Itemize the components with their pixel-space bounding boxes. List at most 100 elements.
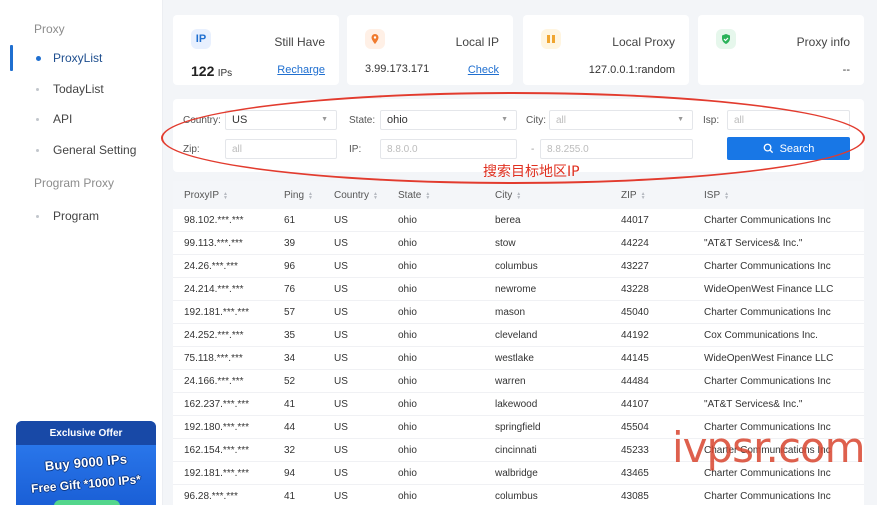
sidebar-item-todaylist[interactable]: TodayList xyxy=(0,74,163,104)
search-button[interactable]: Search xyxy=(727,137,850,160)
sort-icon: ▲ ▼ xyxy=(640,190,646,201)
sidebar-item-general-setting[interactable]: General Setting xyxy=(0,135,163,165)
sort-icon: ▲ ▼ xyxy=(425,190,431,201)
table-cell: 39 xyxy=(284,238,296,249)
table-cell: 44224 xyxy=(621,238,649,249)
table-cell: US xyxy=(334,261,348,272)
col-header-country[interactable]: Country ▲ ▼ xyxy=(334,190,378,201)
chevron-down-icon: ▼ xyxy=(501,116,508,123)
table-cell: Charter Communications Inc xyxy=(704,491,831,502)
country-select[interactable]: US ▼ xyxy=(225,110,337,130)
col-header-ping[interactable]: Ping ▲ ▼ xyxy=(284,190,313,201)
table-cell: 57 xyxy=(284,307,296,318)
table-cell: ohio xyxy=(398,353,417,364)
table-cell: 96.28.***.*** xyxy=(184,491,238,502)
ip-range-separator: - xyxy=(531,144,535,155)
table-cell: berea xyxy=(495,215,521,226)
col-header-zip[interactable]: ZIP ▲ ▼ xyxy=(621,190,646,201)
table-row[interactable]: 24.252.***.*** 35 US ohio cleveland 44192 Cox … xyxy=(173,324,864,347)
check-link[interactable]: Check xyxy=(468,64,499,76)
local-proxy-value: 127.0.0.1:random xyxy=(588,64,675,76)
table-cell: lakewood xyxy=(495,399,538,410)
sidebar-item-proxylist[interactable]: ProxyList xyxy=(0,43,163,73)
table-cell: 45040 xyxy=(621,307,649,318)
table-row[interactable]: 24.214.***.*** 76 US ohio newrome 43228 WideOp… xyxy=(173,278,864,301)
table-cell: 44 xyxy=(284,422,296,433)
table-row[interactable]: 99.113.***.*** 39 US ohio stow 44224 "AT&T Ser… xyxy=(173,232,864,255)
table-cell: WideOpenWest Finance LLC xyxy=(704,284,834,295)
ip-to-input[interactable]: 8.8.255.0 xyxy=(540,139,693,159)
isp-label: Isp: xyxy=(703,115,720,126)
recharge-link[interactable]: Recharge xyxy=(277,64,325,76)
watermark: ivpsr.com xyxy=(672,423,866,472)
table-cell: 162.154.***.*** xyxy=(184,445,250,456)
shield-icon xyxy=(716,29,736,49)
table-cell: ohio xyxy=(398,307,417,318)
table-cell: 45504 xyxy=(621,422,649,433)
app-window: Proxy ProxyList TodayList API General Se… xyxy=(0,0,877,505)
bullet-icon xyxy=(36,55,41,61)
table-cell: 24.166.***.*** xyxy=(184,376,244,387)
table-cell: US xyxy=(334,376,348,387)
ip-label: IP: xyxy=(349,144,362,155)
table-cell: 41 xyxy=(284,399,296,410)
city-select[interactable]: all ▼ xyxy=(549,110,693,130)
table-cell: 61 xyxy=(284,215,296,226)
card-proxy-info: Proxy info -- xyxy=(698,15,864,85)
table-row[interactable]: 24.166.***.*** 52 US ohio warren 44484 Charter… xyxy=(173,370,864,393)
proxy-icon xyxy=(541,29,561,49)
zip-input[interactable]: all xyxy=(225,139,337,159)
table-cell: 98.102.***.*** xyxy=(184,215,244,226)
table-cell: cincinnati xyxy=(495,445,537,456)
table-cell: 52 xyxy=(284,376,296,387)
table-cell: US xyxy=(334,399,348,410)
table-cell: ohio xyxy=(398,399,417,410)
table-cell: ohio xyxy=(398,376,417,387)
table-row[interactable]: 98.102.***.*** 61 US ohio berea 44017 Charter … xyxy=(173,209,864,232)
ip-from-input[interactable]: 8.8.0.0 xyxy=(380,139,517,159)
table-cell: 44484 xyxy=(621,376,649,387)
table-cell: US xyxy=(334,491,348,502)
sidebar-item-program[interactable]: Program xyxy=(0,201,163,231)
table-cell: ohio xyxy=(398,330,417,341)
table-cell: US xyxy=(334,445,348,456)
promo-button[interactable] xyxy=(54,500,120,505)
promo-banner[interactable]: Exclusive Offer Buy 9000 IPs Free Gift *… xyxy=(16,421,156,505)
sort-icon: ▲ ▼ xyxy=(308,190,313,201)
sidebar-section-program-proxy: Program Proxy xyxy=(34,176,115,190)
table-cell: ohio xyxy=(398,261,417,272)
table-cell: cleveland xyxy=(495,330,538,341)
table-cell: columbus xyxy=(495,261,538,272)
card-ip-balance: IP Still Have 122 IPs Recharge xyxy=(173,15,339,85)
table-cell: 43465 xyxy=(621,468,649,479)
sidebar-section-proxy: Proxy xyxy=(34,22,65,36)
table-row[interactable]: 192.181.***.*** 57 US ohio mason 45040 Charter… xyxy=(173,301,864,324)
annotation-text: 搜索目标地区IP xyxy=(483,164,580,180)
table-cell: Charter Communications Inc xyxy=(704,261,831,272)
table-row[interactable]: 75.118.***.*** 34 US ohio westlake 44145 WideO… xyxy=(173,347,864,370)
sidebar-item-api[interactable]: API xyxy=(0,104,163,134)
proxy-info-value: -- xyxy=(842,64,850,76)
card-local-ip: Local IP 3.99.173.171 Check xyxy=(347,15,513,85)
table-cell: ohio xyxy=(398,238,417,249)
local-ip-value: 3.99.173.171 xyxy=(365,63,430,75)
table-cell: ohio xyxy=(398,215,417,226)
col-header-proxyip[interactable]: ProxyIP ▲ ▼ xyxy=(184,190,228,201)
col-header-state[interactable]: State ▲ ▼ xyxy=(398,190,430,201)
table-row[interactable]: 162.237.***.*** 41 US ohio lakewood 44107 "AT&… xyxy=(173,393,864,416)
table-row[interactable]: 24.26.***.*** 96 US ohio columbus 43227 Charte… xyxy=(173,255,864,278)
table-cell: newrome xyxy=(495,284,537,295)
isp-input[interactable]: all xyxy=(727,110,850,130)
bullet-icon xyxy=(36,148,39,152)
card-label: Local IP xyxy=(455,35,499,49)
state-select[interactable]: ohio ▼ xyxy=(380,110,517,130)
table-cell: 44145 xyxy=(621,353,649,364)
table-cell: 43227 xyxy=(621,261,649,272)
col-header-isp[interactable]: ISP ▲ ▼ xyxy=(704,190,729,201)
table-cell: warren xyxy=(495,376,526,387)
col-header-city[interactable]: City ▲ ▼ xyxy=(495,190,521,201)
table-row[interactable]: 96.28.***.*** 41 US ohio columbus 43085 Charte… xyxy=(173,485,864,505)
table-cell: 192.181.***.*** xyxy=(184,307,250,318)
table-cell: US xyxy=(334,330,348,341)
chevron-down-icon: ▼ xyxy=(321,116,328,123)
